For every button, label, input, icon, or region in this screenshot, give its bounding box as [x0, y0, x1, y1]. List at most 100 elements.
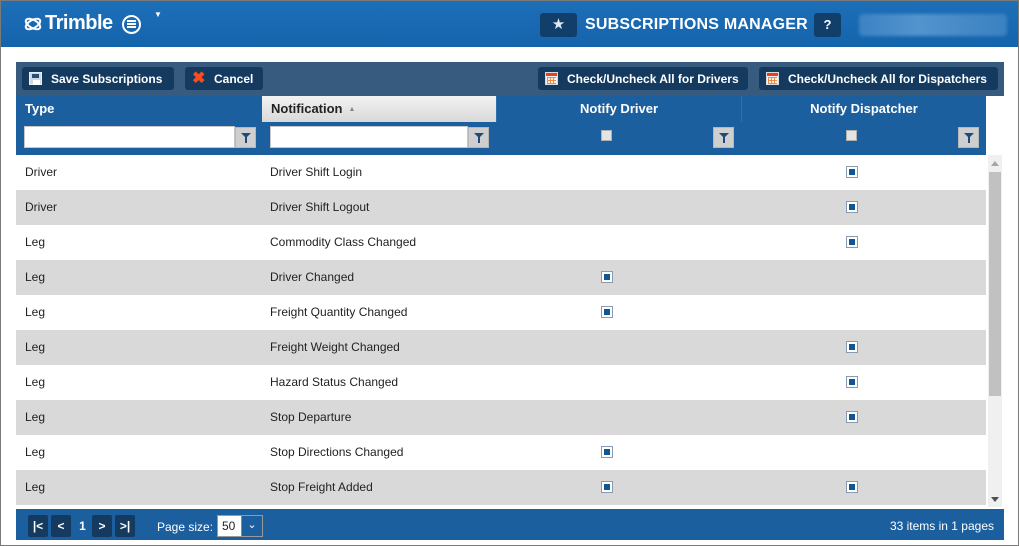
type-cell: Leg: [25, 305, 46, 319]
chevron-down-icon[interactable]: ⌄: [241, 516, 262, 536]
favorite-button[interactable]: ★: [540, 13, 577, 37]
grid-header-row: Type Notification ▲ Notify Driver Notify …: [16, 96, 986, 122]
brand-name: Trimble: [45, 12, 113, 34]
menu-icon[interactable]: [122, 15, 141, 34]
check-all-drivers-button[interactable]: Check/Uncheck All for Drivers: [538, 67, 748, 90]
notify-dispatcher-checkbox[interactable]: [846, 411, 858, 423]
grid-filter-row: [16, 122, 986, 155]
notification-cell: Hazard Status Changed: [270, 375, 399, 389]
notification-cell: Stop Departure: [270, 410, 352, 424]
column-header-notify-driver-label: Notify Driver: [579, 101, 659, 116]
notify-driver-checkbox[interactable]: [601, 306, 613, 318]
subscriptions-grid: Save Subscriptions ✖ Cancel Check/Unchec…: [16, 62, 1004, 540]
table-row[interactable]: Leg Stop Departure: [16, 400, 986, 435]
notify-dispatcher-filter-button[interactable]: [958, 127, 979, 148]
column-header-notify-dispatcher[interactable]: Notify Dispatcher: [741, 96, 986, 122]
notification-cell: Stop Directions Changed: [270, 445, 404, 459]
cancel-x-icon: ✖: [192, 70, 206, 87]
notification-filter-button[interactable]: [468, 127, 489, 148]
column-header-type-label: Type: [25, 101, 55, 116]
type-cell: Driver: [25, 165, 57, 179]
last-page-button[interactable]: >|: [115, 515, 135, 537]
check-all-dispatchers-button[interactable]: Check/Uncheck All for Dispatchers: [759, 67, 998, 90]
notify-dispatcher-checkbox[interactable]: [846, 481, 858, 493]
column-header-type[interactable]: Type: [16, 96, 262, 122]
save-subscriptions-button[interactable]: Save Subscriptions: [22, 67, 174, 90]
save-subscriptions-label: Save Subscriptions: [51, 71, 163, 86]
page-size-value: 50: [222, 519, 236, 533]
notify-dispatcher-checkbox[interactable]: [846, 201, 858, 213]
filter-icon: [474, 133, 484, 143]
notify-dispatcher-checkbox[interactable]: [846, 166, 858, 178]
filter-icon: [719, 133, 729, 143]
notify-driver-filter-button[interactable]: [713, 127, 734, 148]
scroll-thumb[interactable]: [989, 172, 1001, 396]
trimble-logo[interactable]: Trimble: [23, 12, 113, 35]
type-cell: Leg: [25, 445, 46, 459]
column-header-notify-driver[interactable]: Notify Driver: [496, 96, 741, 122]
column-header-notification[interactable]: Notification ▲: [262, 96, 496, 122]
notify-dispatcher-checkbox[interactable]: [846, 341, 858, 353]
notify-dispatcher-checkbox[interactable]: [846, 236, 858, 248]
app-window: Trimble ▼ ★ SUBSCRIPTIONS MANAGER ? Save…: [0, 0, 1019, 546]
cancel-label: Cancel: [214, 71, 254, 86]
notification-cell: Freight Quantity Changed: [270, 305, 408, 319]
table-row[interactable]: Driver Driver Shift Login: [16, 155, 986, 190]
previous-page-button[interactable]: <: [51, 515, 71, 537]
table-row[interactable]: Leg Commodity Class Changed: [16, 225, 986, 260]
table-row[interactable]: Leg Stop Freight Added: [16, 470, 986, 505]
notify-driver-checkbox[interactable]: [601, 446, 613, 458]
type-cell: Leg: [25, 235, 46, 249]
notification-cell: Stop Freight Added: [270, 480, 373, 494]
globe-icon: [24, 17, 42, 30]
type-cell: Leg: [25, 270, 46, 284]
check-all-dispatchers-label: Check/Uncheck All for Dispatchers: [788, 71, 987, 86]
next-page-button[interactable]: >: [92, 515, 112, 537]
page-size-select[interactable]: 50 ⌄: [217, 515, 263, 537]
table-row[interactable]: Leg Hazard Status Changed: [16, 365, 986, 400]
notification-cell: Freight Weight Changed: [270, 340, 400, 354]
table-row[interactable]: Leg Driver Changed: [16, 260, 986, 295]
type-filter-input[interactable]: [24, 126, 235, 148]
user-name-blurred[interactable]: [859, 14, 1007, 36]
help-button[interactable]: ?: [814, 13, 841, 37]
notify-driver-filter-checkbox[interactable]: [601, 130, 612, 141]
notification-cell: Driver Changed: [270, 270, 355, 284]
table-row[interactable]: Leg Freight Quantity Changed: [16, 295, 986, 330]
scroll-down-icon[interactable]: [991, 497, 999, 502]
first-page-button[interactable]: |<: [28, 515, 48, 537]
table-row[interactable]: Leg Freight Weight Changed: [16, 330, 986, 365]
type-cell: Leg: [25, 410, 46, 424]
notify-dispatcher-checkbox[interactable]: [846, 376, 858, 388]
cancel-button[interactable]: ✖ Cancel: [185, 67, 263, 90]
scroll-up-icon[interactable]: [991, 161, 999, 166]
caret-down-icon[interactable]: ▼: [154, 10, 162, 19]
type-cell: Driver: [25, 200, 57, 214]
current-page-number[interactable]: 1: [74, 515, 91, 537]
vertical-scrollbar[interactable]: [988, 155, 1002, 507]
notify-driver-checkbox[interactable]: [601, 271, 613, 283]
save-icon: [29, 72, 42, 85]
type-cell: Leg: [25, 480, 46, 494]
column-header-notify-dispatcher-label: Notify Dispatcher: [810, 101, 918, 116]
page-size-label: Page size:: [157, 520, 214, 534]
filter-icon: [241, 133, 251, 143]
sort-ascending-icon: ▲: [348, 106, 356, 113]
calendar-icon: [766, 72, 779, 85]
notify-driver-checkbox[interactable]: [601, 481, 613, 493]
grid-body: Driver Driver Shift Login Driver Driver Shi…: [16, 155, 986, 507]
type-cell: Leg: [25, 340, 46, 354]
pager-info: 33 items in 1 pages: [889, 519, 994, 533]
grid-pager: |< < 1 > >| Page size: 50 ⌄ 33 items in …: [16, 509, 1004, 540]
notify-dispatcher-filter-checkbox[interactable]: [846, 130, 857, 141]
column-header-notification-label: Notification: [271, 101, 343, 116]
type-filter-button[interactable]: [235, 127, 256, 148]
star-icon: ★: [551, 16, 566, 33]
table-row[interactable]: Driver Driver Shift Logout: [16, 190, 986, 225]
check-all-drivers-label: Check/Uncheck All for Drivers: [567, 71, 739, 86]
grid-toolbar: Save Subscriptions ✖ Cancel Check/Unchec…: [16, 62, 1004, 96]
table-row[interactable]: Leg Stop Directions Changed: [16, 435, 986, 470]
notification-cell: Driver Shift Login: [270, 165, 363, 179]
notification-filter-input[interactable]: [270, 126, 468, 148]
notification-cell: Commodity Class Changed: [270, 235, 417, 249]
